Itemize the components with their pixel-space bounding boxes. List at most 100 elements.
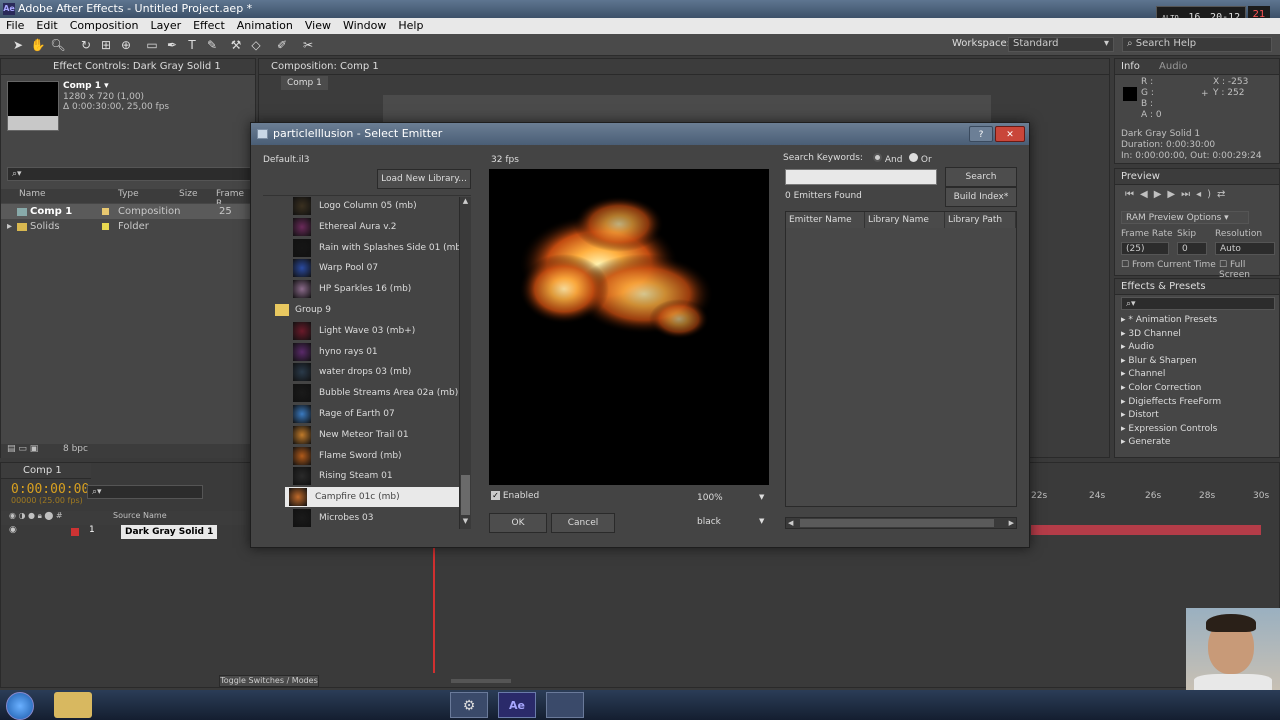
eraser-tool-icon[interactable]: ◇ [248,37,264,53]
background-select[interactable]: black ▼ [697,517,764,527]
cancel-button[interactable]: Cancel [551,513,615,533]
emitter-list-item[interactable]: hyno rays 01 [293,342,471,362]
column-emitter-name[interactable]: Emitter Name [786,212,865,228]
comp-subtab[interactable]: Comp 1 [281,76,328,90]
layer-duration-bar[interactable] [1031,525,1261,535]
project-row-comp[interactable]: Comp 1 Composition 25 [1,204,257,219]
effects-item[interactable]: ▸ Digieffects FreeForm [1121,396,1221,410]
zoom-select[interactable]: 100% ▼ [697,493,764,503]
menu-file[interactable]: File [0,18,30,34]
brush-tool-icon[interactable]: ✎ [204,37,220,53]
effects-search-input[interactable]: ⌕▾ [1121,297,1275,310]
selection-tool-icon[interactable]: ➤ [10,37,26,53]
layer-row[interactable]: ◉ 1 Dark Gray Solid 1 [1,525,251,539]
roto-brush-tool-icon[interactable]: ✐ [274,37,290,53]
search-keywords-input[interactable] [785,169,937,185]
bit-depth-button[interactable]: 8 bpc [63,444,88,454]
menu-edit[interactable]: Edit [30,18,63,34]
layer-name[interactable]: Dark Gray Solid 1 [121,525,218,539]
column-library-path[interactable]: Library Path [945,212,1016,228]
rotate-tool-icon[interactable]: ↻ [78,37,94,53]
playback-controls[interactable]: ⏮◀▶▶⏭◂)⇄ [1125,189,1231,200]
pen-tool-icon[interactable]: ✒ [164,37,180,53]
ram-preview-options[interactable]: RAM Preview Options ▾ [1121,211,1249,224]
emitter-list-item[interactable]: Logo Column 05 (mb) [293,196,471,216]
effect-controls-tab[interactable]: Effect Controls: Dark Gray Solid 1 [1,59,255,75]
preview-tab[interactable]: Preview [1115,169,1279,185]
column-library-name[interactable]: Library Name [865,212,945,228]
workspace-select[interactable]: Standard ▾ [1008,37,1114,52]
emitter-list-item[interactable]: New Meteor Trail 01 [293,425,471,445]
window-taskbar-icon[interactable] [546,692,584,718]
emitter-list-item[interactable]: water drops 03 (mb) [293,362,471,382]
help-button[interactable]: ? [969,126,993,142]
source-name-column[interactable]: Source Name [113,511,167,520]
tab-audio[interactable]: Audio [1159,61,1187,72]
and-radio[interactable]: And [873,153,902,165]
toggle-switches-modes-button[interactable]: Toggle Switches / Modes [219,675,319,687]
emitter-list-item[interactable]: Rage of Earth 07 [293,404,471,424]
menu-effect[interactable]: Effect [187,18,231,34]
start-button[interactable] [6,692,34,720]
effects-item[interactable]: ▸ Distort [1121,409,1221,423]
trash-icon[interactable]: ▤ ▭ ▣ [7,444,38,454]
scroll-thumb[interactable] [461,475,470,515]
column-name[interactable]: Name [19,189,46,199]
emitter-list-item[interactable]: Ethereal Aura v.2 [293,217,471,237]
emitter-list-item[interactable]: Microbes 03 [293,508,471,528]
app-taskbar-icon[interactable]: ⚙ [450,692,488,718]
zoom-tool-icon[interactable]: 🔍︎ [50,37,66,53]
or-radio[interactable]: Or [909,153,932,165]
from-current-time-checkbox[interactable]: ☐ From Current Time [1121,260,1216,270]
rectangle-tool-icon[interactable]: ▭ [144,37,160,53]
menu-help[interactable]: Help [392,18,429,34]
timeline-search-input[interactable]: ⌕▾ [87,485,203,499]
build-index-button[interactable]: Build Index* [945,187,1017,207]
full-screen-checkbox[interactable]: ☐ Full Screen [1219,260,1279,280]
hand-tool-icon[interactable]: ✋ [30,37,46,53]
menu-view[interactable]: View [299,18,337,34]
frame-rate-select[interactable]: (25) [1121,242,1169,255]
effects-item[interactable]: ▸ Generate [1121,436,1221,450]
scroll-thumb[interactable] [800,519,994,527]
emitter-list-item[interactable]: Rain with Splashes Side 01 (mb) [293,238,471,258]
zoom-slider[interactable] [451,679,511,683]
explorer-taskbar-icon[interactable] [54,692,92,718]
menu-animation[interactable]: Animation [231,18,299,34]
effects-item[interactable]: ▸ Audio [1121,341,1221,355]
tab-info[interactable]: Info [1121,61,1140,72]
time-ruler[interactable]: 22s 24s 26s 28s 30s [1031,491,1269,505]
puppet-tool-icon[interactable]: ✂ [300,37,316,53]
composition-tab[interactable]: Composition: Comp 1 [259,59,1109,75]
effects-item[interactable]: ▸ 3D Channel [1121,328,1221,342]
list-scrollbar[interactable]: ▲ ▼ [459,197,471,529]
type-tool-icon[interactable]: T [184,37,200,53]
emitter-list-item[interactable]: Warp Pool 07 [293,258,471,278]
column-size[interactable]: Size [179,189,197,199]
menu-layer[interactable]: Layer [144,18,187,34]
timeline-tab[interactable]: Comp 1 [1,463,91,479]
emitter-list-item[interactable]: Bubble Streams Area 02a (mb) [293,383,471,403]
column-type[interactable]: Type [118,189,139,199]
pan-behind-tool-icon[interactable]: ⊕ [118,37,134,53]
close-icon[interactable]: ✕ [995,126,1025,142]
after-effects-taskbar-icon[interactable]: Ae [498,692,536,718]
scroll-right-icon[interactable]: ▶ [1009,518,1014,528]
project-search-input[interactable]: ⌕▾ [7,167,253,181]
menu-composition[interactable]: Composition [64,18,145,34]
camera-tool-icon[interactable]: ⊞ [98,37,114,53]
search-button[interactable]: Search [945,167,1017,187]
timecode-display[interactable]: 0:00:00:00 [11,482,89,497]
effects-presets-tab[interactable]: Effects & Presets [1115,279,1279,295]
effects-item[interactable]: ▸ Channel [1121,368,1221,382]
emitter-list-item[interactable]: Campfire 01c (mb) [285,487,461,508]
menu-window[interactable]: Window [337,18,392,34]
emitter-list-item[interactable]: HP Sparkles 16 (mb) [293,279,471,299]
scroll-up-icon[interactable]: ▲ [460,197,471,209]
load-library-button[interactable]: Load New Library... [377,169,471,189]
project-row-solids[interactable]: ▸ Solids Folder [1,219,257,234]
emitter-list-item[interactable]: Light Wave 03 (mb+) [293,321,471,341]
visibility-icon[interactable]: ◉ [9,525,17,535]
current-time-indicator[interactable] [433,545,435,673]
comp-name[interactable]: Comp 1 ▾ [63,81,109,91]
